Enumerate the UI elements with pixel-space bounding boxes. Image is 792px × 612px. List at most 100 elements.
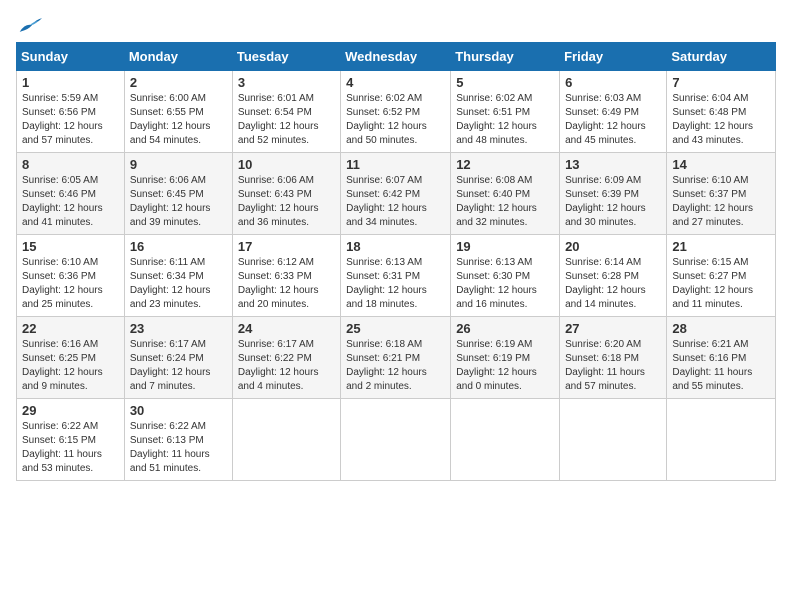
day-info: Sunrise: 6:05 AM Sunset: 6:46 PM Dayligh… [22, 174, 119, 230]
day-number: 26 [456, 321, 554, 336]
day-info: Sunrise: 6:03 AM Sunset: 6:49 PM Dayligh… [565, 92, 661, 148]
calendar-cell: 1 Sunrise: 5:59 AM Sunset: 6:56 PM Daylig… [17, 71, 125, 153]
day-info: Sunrise: 6:22 AM Sunset: 6:13 PM Dayligh… [130, 420, 227, 476]
day-info: Sunrise: 6:06 AM Sunset: 6:45 PM Dayligh… [130, 174, 227, 230]
day-number: 28 [672, 321, 770, 336]
logo-bird-icon [18, 16, 42, 34]
day-info: Sunrise: 6:08 AM Sunset: 6:40 PM Dayligh… [456, 174, 554, 230]
calendar-cell: 6Sunrise: 6:03 AM Sunset: 6:49 PM Daylig… [560, 71, 667, 153]
day-number: 2 [130, 75, 227, 90]
calendar-header-sunday: Sunday [17, 43, 125, 71]
calendar-cell: 11Sunrise: 6:07 AM Sunset: 6:42 PM Dayli… [341, 153, 451, 235]
calendar-header-monday: Monday [124, 43, 232, 71]
calendar-cell: 15 Sunrise: 6:10 AM Sunset: 6:36 PM Dayli… [17, 235, 125, 317]
calendar-header-row: SundayMondayTuesdayWednesdayThursdayFrid… [17, 43, 776, 71]
day-info: Sunrise: 6:02 AM Sunset: 6:51 PM Dayligh… [456, 92, 554, 148]
day-info: Sunrise: 6:06 AM Sunset: 6:43 PM Dayligh… [238, 174, 335, 230]
calendar-cell [232, 399, 340, 481]
day-info: Sunrise: 6:10 AM Sunset: 6:36 PM Dayligh… [22, 256, 119, 312]
day-number: 12 [456, 157, 554, 172]
day-info: Sunrise: 6:09 AM Sunset: 6:39 PM Dayligh… [565, 174, 661, 230]
logo [16, 16, 44, 34]
calendar-cell [560, 399, 667, 481]
calendar-cell: 27 Sunrise: 6:20 AM Sunset: 6:18 PM Dayli… [560, 317, 667, 399]
calendar-cell: 18Sunrise: 6:13 AM Sunset: 6:31 PM Dayli… [341, 235, 451, 317]
calendar-week-row: 15 Sunrise: 6:10 AM Sunset: 6:36 PM Dayli… [17, 235, 776, 317]
calendar-cell: 9 Sunrise: 6:06 AM Sunset: 6:45 PM Daylig… [124, 153, 232, 235]
calendar-cell: 25 Sunrise: 6:18 AM Sunset: 6:21 PM Dayli… [341, 317, 451, 399]
calendar-cell: 14 Sunrise: 6:10 AM Sunset: 6:37 PM Dayli… [667, 153, 776, 235]
calendar-header-saturday: Saturday [667, 43, 776, 71]
day-number: 5 [456, 75, 554, 90]
calendar-cell: 13 Sunrise: 6:09 AM Sunset: 6:39 PM Dayli… [560, 153, 667, 235]
day-number: 30 [130, 403, 227, 418]
day-info: Sunrise: 5:59 AM Sunset: 6:56 PM Dayligh… [22, 92, 119, 148]
day-info: Sunrise: 6:14 AM Sunset: 6:28 PM Dayligh… [565, 256, 661, 312]
calendar-cell: 23 Sunrise: 6:17 AM Sunset: 6:24 PM Dayli… [124, 317, 232, 399]
day-info: Sunrise: 6:18 AM Sunset: 6:21 PM Dayligh… [346, 338, 445, 394]
day-number: 4 [346, 75, 445, 90]
calendar-cell: 8Sunrise: 6:05 AM Sunset: 6:46 PM Daylig… [17, 153, 125, 235]
calendar-cell: 26 Sunrise: 6:19 AM Sunset: 6:19 PM Dayli… [451, 317, 560, 399]
day-number: 1 [22, 75, 119, 90]
calendar-cell [451, 399, 560, 481]
day-info: Sunrise: 6:17 AM Sunset: 6:22 PM Dayligh… [238, 338, 335, 394]
day-info: Sunrise: 6:22 AM Sunset: 6:15 PM Dayligh… [22, 420, 119, 476]
calendar-table: SundayMondayTuesdayWednesdayThursdayFrid… [16, 42, 776, 481]
calendar-header-tuesday: Tuesday [232, 43, 340, 71]
day-number: 14 [672, 157, 770, 172]
day-info: Sunrise: 6:20 AM Sunset: 6:18 PM Dayligh… [565, 338, 661, 394]
calendar-week-row: 29 Sunrise: 6:22 AM Sunset: 6:15 PM Dayli… [17, 399, 776, 481]
day-number: 9 [130, 157, 227, 172]
calendar-cell: 10Sunrise: 6:06 AM Sunset: 6:43 PM Dayli… [232, 153, 340, 235]
calendar-cell: 7 Sunrise: 6:04 AM Sunset: 6:48 PM Daylig… [667, 71, 776, 153]
day-info: Sunrise: 6:11 AM Sunset: 6:34 PM Dayligh… [130, 256, 227, 312]
calendar-cell: 19 Sunrise: 6:13 AM Sunset: 6:30 PM Dayli… [451, 235, 560, 317]
calendar-cell: 4 Sunrise: 6:02 AM Sunset: 6:52 PM Daylig… [341, 71, 451, 153]
calendar-header-wednesday: Wednesday [341, 43, 451, 71]
day-info: Sunrise: 6:02 AM Sunset: 6:52 PM Dayligh… [346, 92, 445, 148]
calendar-cell: 30 Sunrise: 6:22 AM Sunset: 6:13 PM Dayli… [124, 399, 232, 481]
day-info: Sunrise: 6:15 AM Sunset: 6:27 PM Dayligh… [672, 256, 770, 312]
day-info: Sunrise: 6:04 AM Sunset: 6:48 PM Dayligh… [672, 92, 770, 148]
day-info: Sunrise: 6:10 AM Sunset: 6:37 PM Dayligh… [672, 174, 770, 230]
day-number: 11 [346, 157, 445, 172]
day-info: Sunrise: 6:12 AM Sunset: 6:33 PM Dayligh… [238, 256, 335, 312]
calendar-cell: 24 Sunrise: 6:17 AM Sunset: 6:22 PM Dayli… [232, 317, 340, 399]
day-info: Sunrise: 6:21 AM Sunset: 6:16 PM Dayligh… [672, 338, 770, 394]
day-number: 24 [238, 321, 335, 336]
calendar-cell: 22Sunrise: 6:16 AM Sunset: 6:25 PM Dayli… [17, 317, 125, 399]
day-info: Sunrise: 6:01 AM Sunset: 6:54 PM Dayligh… [238, 92, 335, 148]
calendar-header-friday: Friday [560, 43, 667, 71]
calendar-header-thursday: Thursday [451, 43, 560, 71]
calendar-cell: 12 Sunrise: 6:08 AM Sunset: 6:40 PM Dayli… [451, 153, 560, 235]
day-info: Sunrise: 6:00 AM Sunset: 6:55 PM Dayligh… [130, 92, 227, 148]
calendar-cell: 28 Sunrise: 6:21 AM Sunset: 6:16 PM Dayli… [667, 317, 776, 399]
calendar-cell: 3 Sunrise: 6:01 AM Sunset: 6:54 PM Daylig… [232, 71, 340, 153]
day-info: Sunrise: 6:13 AM Sunset: 6:31 PM Dayligh… [346, 256, 445, 312]
day-info: Sunrise: 6:17 AM Sunset: 6:24 PM Dayligh… [130, 338, 227, 394]
day-info: Sunrise: 6:19 AM Sunset: 6:19 PM Dayligh… [456, 338, 554, 394]
day-number: 19 [456, 239, 554, 254]
calendar-week-row: 8Sunrise: 6:05 AM Sunset: 6:46 PM Daylig… [17, 153, 776, 235]
calendar-cell: 2 Sunrise: 6:00 AM Sunset: 6:55 PM Daylig… [124, 71, 232, 153]
day-info: Sunrise: 6:13 AM Sunset: 6:30 PM Dayligh… [456, 256, 554, 312]
day-number: 23 [130, 321, 227, 336]
day-number: 21 [672, 239, 770, 254]
day-number: 15 [22, 239, 119, 254]
day-number: 27 [565, 321, 661, 336]
calendar-cell: 21 Sunrise: 6:15 AM Sunset: 6:27 PM Dayli… [667, 235, 776, 317]
calendar-cell [667, 399, 776, 481]
day-number: 17 [238, 239, 335, 254]
calendar-cell: 5 Sunrise: 6:02 AM Sunset: 6:51 PM Daylig… [451, 71, 560, 153]
day-number: 29 [22, 403, 119, 418]
calendar-cell: 20Sunrise: 6:14 AM Sunset: 6:28 PM Dayli… [560, 235, 667, 317]
day-number: 22 [22, 321, 119, 336]
day-number: 13 [565, 157, 661, 172]
calendar-cell: 29 Sunrise: 6:22 AM Sunset: 6:15 PM Dayli… [17, 399, 125, 481]
calendar-cell [341, 399, 451, 481]
day-number: 25 [346, 321, 445, 336]
page-header [16, 16, 776, 34]
day-number: 7 [672, 75, 770, 90]
day-number: 3 [238, 75, 335, 90]
